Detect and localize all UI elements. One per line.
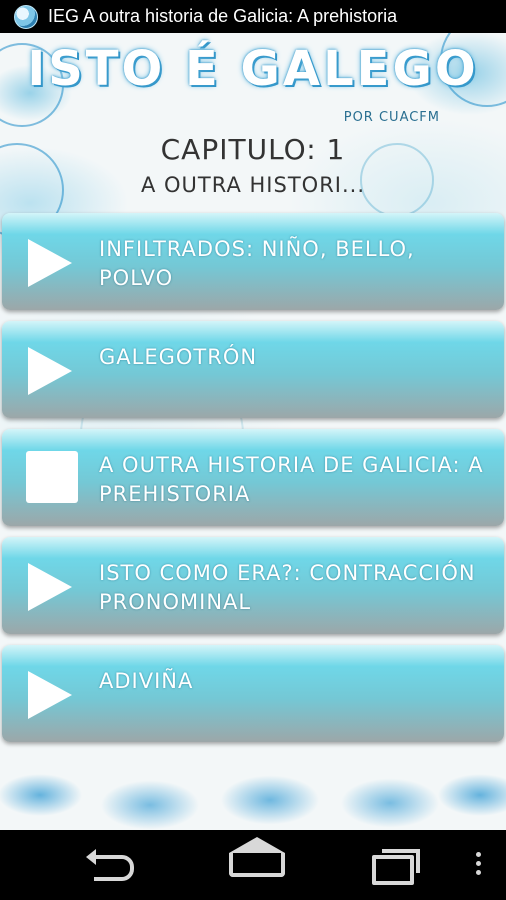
play-icon <box>28 563 72 611</box>
notification-title: IEG A outra historia de Galicia: A prehi… <box>48 6 398 26</box>
home-button[interactable] <box>223 837 285 883</box>
home-icon <box>229 837 285 877</box>
episode-label: ISTO COMO ERA?: CONTRACCIÓN PRONOMINAL <box>99 561 476 614</box>
navigation-bar <box>0 830 506 900</box>
app-globe-icon <box>14 4 38 29</box>
status-bar: IEG A outra historia de Galicia: A prehi… <box>0 0 506 33</box>
back-icon <box>86 849 134 881</box>
episode-item-adivina[interactable]: ADIVIÑA <box>2 645 504 742</box>
app-content: ISTO É GALEGO POR CUACFM CAPITULO: 1 A O… <box>0 33 506 830</box>
back-button[interactable] <box>86 847 146 883</box>
episode-label: GALEGOTRÓN <box>99 345 258 369</box>
play-icon <box>28 239 72 287</box>
episode-item-galegotron[interactable]: GALEGOTRÓN <box>2 321 504 418</box>
episode-label: ADIVIÑA <box>99 669 194 693</box>
episode-item-infiltrados[interactable]: INFILTRADOS: NIÑO, BELLO, POLVO <box>2 213 504 310</box>
logo-title: ISTO É GALEGO <box>27 41 479 97</box>
play-icon <box>28 347 72 395</box>
recent-apps-button[interactable] <box>362 847 422 885</box>
logo-subtitle: POR CUACFM <box>343 110 440 125</box>
stop-icon <box>26 451 78 503</box>
overflow-menu-icon[interactable] <box>476 852 482 878</box>
play-icon <box>28 671 72 719</box>
app-header: ISTO É GALEGO POR CUACFM <box>6 39 500 129</box>
episode-label: A OUTRA HISTORIA DE GALICIA: A PREHISTOR… <box>99 453 484 506</box>
chapter-title: CAPITULO: 1 <box>160 133 346 166</box>
decorative-footer-swirls <box>0 745 506 830</box>
chapter-subtitle: A OUTRA HISTORI... <box>140 173 366 197</box>
recent-apps-icon <box>372 849 420 885</box>
episode-item-contraccion[interactable]: ISTO COMO ERA?: CONTRACCIÓN PRONOMINAL <box>2 537 504 634</box>
episode-item-prehistoria[interactable]: A OUTRA HISTORIA DE GALICIA: A PREHISTOR… <box>2 429 504 526</box>
episode-label: INFILTRADOS: NIÑO, BELLO, POLVO <box>99 237 415 290</box>
